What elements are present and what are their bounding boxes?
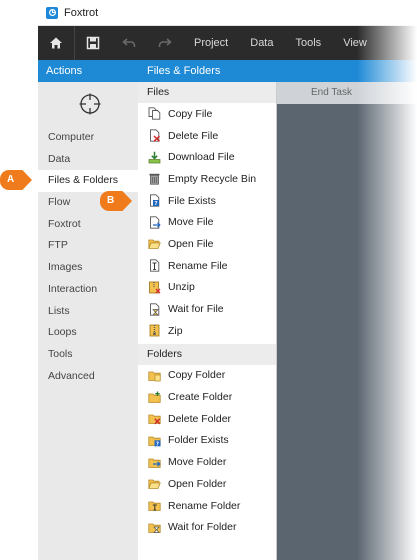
action-item-wait-for-file[interactable]: Wait for File — [138, 298, 276, 320]
action-item-label: Empty Recycle Bin — [168, 172, 257, 185]
callout-a-badge: A — [0, 170, 32, 190]
action-item-label: Folder Exists — [168, 434, 229, 447]
create-folder-icon — [148, 391, 161, 404]
menu-project[interactable]: Project — [183, 26, 239, 60]
callout-b: B — [100, 191, 132, 211]
action-item-label: Open Folder — [168, 477, 227, 490]
download-file-icon — [148, 151, 161, 164]
callout-a: A — [0, 170, 32, 190]
menu-view[interactable]: View — [332, 26, 378, 60]
open-folder-icon — [148, 477, 161, 490]
delete-folder-icon — [148, 412, 161, 425]
action-item-label: Create Folder — [168, 391, 233, 404]
action-item-create-folder[interactable]: Create Folder — [138, 386, 276, 408]
files-group-heading: Files — [138, 82, 276, 103]
action-item-label: Move File — [168, 216, 214, 229]
action-item-zip[interactable]: Zip — [138, 320, 276, 342]
action-item-wait-for-folder[interactable]: Wait for Folder — [138, 516, 276, 538]
action-item-move-file[interactable]: Move File — [138, 211, 276, 233]
svg-text:?: ? — [154, 201, 157, 207]
sidebar-item-loops[interactable]: Loops — [38, 322, 138, 344]
action-item-label: Delete Folder — [168, 412, 232, 425]
action-item-delete-folder[interactable]: Delete Folder — [138, 408, 276, 430]
action-item-label: Copy Folder — [168, 369, 226, 382]
sidebar-item-images[interactable]: Images — [38, 257, 138, 279]
sidebar-item-foxtrot[interactable]: Foxtrot — [38, 214, 138, 236]
sidebar-item-files-folders[interactable]: Files & Folders — [38, 170, 138, 193]
sidebar-item-lists[interactable]: Lists — [38, 301, 138, 323]
recycle-bin-icon — [148, 172, 161, 186]
zip-icon — [148, 324, 161, 337]
action-item-label: Unzip — [168, 281, 195, 294]
action-item-copy-file[interactable]: Copy File — [138, 103, 276, 125]
action-item-copy-folder[interactable]: Copy Folder — [138, 365, 276, 387]
unzip-icon — [148, 281, 161, 294]
file-exists-icon: ? — [148, 194, 161, 207]
move-file-icon — [148, 216, 161, 229]
action-item-label: Wait for File — [168, 303, 224, 316]
action-item-label: Move Folder — [168, 456, 227, 469]
redo-icon[interactable] — [147, 26, 183, 60]
foxtrot-logo-icon — [46, 6, 58, 19]
category-sidebar: Computer Data Files & Folders Flow Foxtrot FT… — [38, 82, 138, 560]
action-item-label: File Exists — [168, 194, 216, 207]
action-item-label: Wait for Folder — [168, 521, 237, 534]
action-item-folder-exists[interactable]: ? Folder Exists — [138, 430, 276, 452]
task-canvas[interactable]: End Task — [277, 82, 417, 560]
files-folders-header: Files & Folders — [138, 60, 277, 82]
sidebar-item-interaction[interactable]: Interaction — [38, 279, 138, 301]
save-icon[interactable] — [75, 26, 111, 60]
action-item-label: Download File — [168, 151, 235, 164]
svg-text:?: ? — [156, 441, 159, 447]
action-item-label: Open File — [168, 237, 214, 250]
action-item-download-file[interactable]: Download File — [138, 146, 276, 168]
menu-data[interactable]: Data — [239, 26, 284, 60]
wait-file-icon — [148, 302, 161, 316]
actions-list-panel: Files Copy File Delete File Download File E… — [138, 82, 277, 560]
action-item-open-folder[interactable]: Open Folder — [138, 473, 276, 495]
action-item-delete-file[interactable]: Delete File — [138, 125, 276, 147]
action-item-label: Delete File — [168, 129, 219, 142]
action-item-unzip[interactable]: Unzip — [138, 277, 276, 299]
action-item-label: Zip — [168, 324, 183, 337]
undo-icon[interactable] — [111, 26, 147, 60]
title-bar: Foxtrot — [38, 0, 417, 26]
action-item-label: Rename File — [168, 259, 228, 272]
folders-group-heading: Folders — [138, 343, 276, 365]
header-strip — [277, 60, 417, 82]
app-window: Foxtrot Project Data Tools View Actions … — [38, 0, 417, 560]
delete-file-icon — [148, 129, 161, 142]
actions-header: Actions — [38, 60, 138, 82]
action-item-rename-folder[interactable]: Rename Folder — [138, 495, 276, 517]
sidebar-item-data[interactable]: Data — [38, 149, 138, 171]
copy-folder-icon — [148, 369, 161, 382]
action-item-file-exists[interactable]: ? File Exists — [138, 190, 276, 212]
rename-file-icon — [148, 259, 161, 272]
sidebar-item-ftp[interactable]: FTP — [38, 235, 138, 257]
sidebar-item-computer[interactable]: Computer — [38, 127, 138, 149]
action-item-move-folder[interactable]: Move Folder — [138, 451, 276, 473]
menu-tools[interactable]: Tools — [285, 26, 333, 60]
action-item-label: Rename Folder — [168, 499, 241, 512]
action-item-label: Copy File — [168, 107, 213, 120]
move-folder-icon — [148, 456, 161, 469]
sidebar-item-tools[interactable]: Tools — [38, 344, 138, 366]
rename-folder-icon — [148, 499, 161, 512]
sidebar-item-advanced[interactable]: Advanced — [38, 366, 138, 388]
folder-exists-icon: ? — [148, 434, 161, 447]
action-item-open-file[interactable]: Open File — [138, 233, 276, 255]
open-file-icon — [148, 237, 161, 250]
action-item-empty-recycle-bin[interactable]: Empty Recycle Bin — [138, 168, 276, 190]
home-icon[interactable] — [38, 26, 74, 60]
action-item-rename-file[interactable]: Rename File — [138, 255, 276, 277]
toolbar: Project Data Tools View — [38, 26, 417, 60]
callout-b-badge: B — [100, 191, 132, 211]
target-icon[interactable] — [78, 92, 102, 116]
copy-file-icon — [148, 107, 161, 120]
window-title: Foxtrot — [64, 6, 99, 19]
end-task-label: End Task — [277, 82, 417, 104]
wait-folder-icon — [148, 521, 161, 534]
